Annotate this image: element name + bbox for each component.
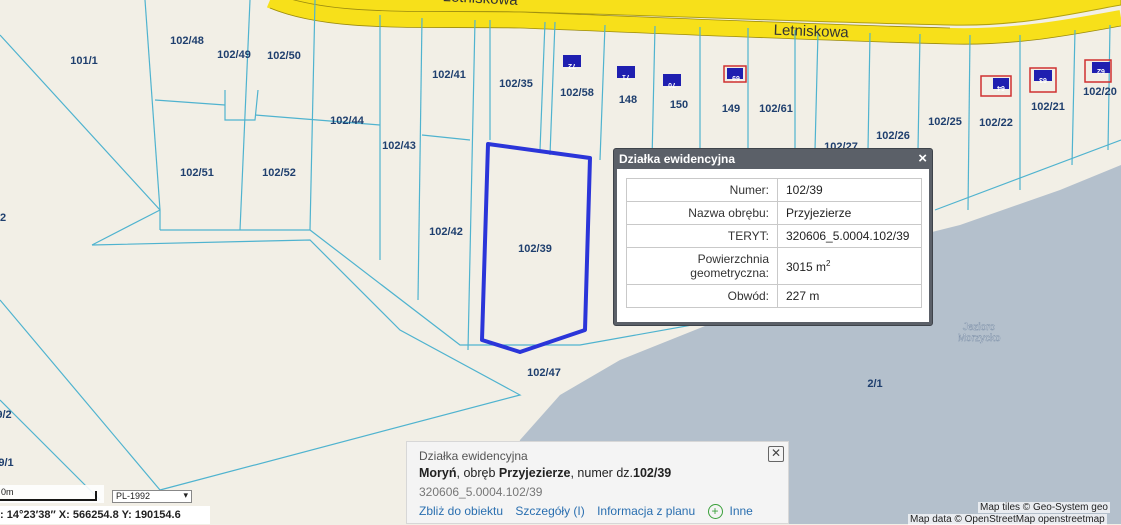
plus-circle-icon[interactable]: +	[707, 504, 723, 520]
scale-bar-tick	[95, 491, 97, 501]
lake-label: Morzycko	[958, 333, 1001, 344]
parcel-label: 2/1	[867, 378, 882, 390]
attr-value: 102/39	[777, 178, 922, 202]
parcel-label: 102/26	[876, 130, 910, 142]
area-value: 3015 m	[786, 259, 827, 274]
parcel-label: 102/48	[170, 35, 204, 47]
attribution-tiles[interactable]: Map tiles © Geo-System geo	[978, 502, 1110, 513]
parcel-label: 102/44	[330, 115, 365, 127]
separator-text: , obręb	[456, 466, 499, 480]
lake-label: Jezioro	[963, 322, 996, 333]
other-link[interactable]: Inne	[730, 504, 753, 518]
zoom-to-object-link[interactable]: Zbliż do obiektu	[419, 504, 503, 518]
attr-value: 3015 m2	[777, 247, 922, 285]
municipality: Moryń	[419, 466, 457, 480]
popup-body: Numer: 102/39 Nazwa obrębu: Przyjezierze T…	[617, 169, 929, 322]
details-link[interactable]: Szczegóły (I)	[515, 504, 584, 518]
info-close-icon[interactable]: ✕	[768, 446, 784, 462]
parcel-label: 2	[0, 212, 6, 224]
coordinate-readout: : 14°23′38″ X: 566254.8 Y: 190154.6	[0, 506, 210, 524]
parcel-label: 102/35	[499, 78, 533, 90]
attr-label: Numer:	[626, 178, 778, 202]
building-number: 70	[668, 81, 676, 88]
attr-label: Nazwa obrębu:	[626, 201, 778, 225]
parcel-label: 102/22	[979, 117, 1013, 129]
parcel-label: 102/47	[527, 367, 561, 379]
attr-value: 320606_5.0004.102/39	[777, 224, 922, 248]
parcel-label: 102/52	[262, 167, 296, 179]
parcel-label: 149	[722, 103, 740, 115]
table-row: Nazwa obrębu: Przyjezierze	[626, 201, 922, 225]
parcel-label: 102/58	[560, 87, 594, 99]
parcel-label: 102/49	[217, 49, 251, 61]
scale-label: 0m	[1, 487, 14, 497]
building-number: 71	[622, 73, 630, 80]
separator-text: , numer dz.	[570, 466, 633, 480]
parcel-label: 102/51	[180, 167, 214, 179]
parcel-label: 148	[619, 94, 637, 106]
street-label: Letniskowa	[773, 22, 849, 42]
precinct: Przyjezierze	[498, 466, 571, 480]
attr-label: Obwód:	[626, 284, 778, 308]
table-row: Obwód: 227 m	[626, 284, 922, 308]
parcel-label: 150	[670, 99, 688, 111]
parcel-label: 9/1	[0, 457, 14, 469]
parcel-label: 102/21	[1031, 101, 1065, 113]
table-row: Powierzchnia geometryczna: 3015 m2	[626, 247, 922, 285]
popup-close-icon[interactable]: ×	[918, 150, 927, 167]
parcel-label: 102/61	[759, 103, 793, 115]
building-number: 63	[1039, 76, 1047, 83]
info-teryt: 320606_5.0004.102/39	[419, 485, 543, 499]
scale-bar-line	[0, 499, 96, 501]
parcel-label: 102/25	[928, 116, 962, 128]
parcel-label: 9/2	[0, 409, 12, 421]
parcel-label: 102/43	[382, 140, 416, 152]
parcel-label: 102/50	[267, 50, 301, 62]
area-unit-sup: 2	[826, 258, 831, 268]
info-type-label: Działka ewidencyjna	[419, 449, 528, 463]
chevron-down-icon: ▾	[183, 490, 188, 500]
attr-label: TERYT:	[626, 224, 778, 248]
info-location-line: Moryń, obręb Przyjezierze, numer dz.102/…	[419, 466, 671, 480]
parcel-label: 102/41	[432, 69, 466, 81]
building-number: 62	[1097, 67, 1105, 74]
crs-selected: PL-1992	[116, 491, 151, 501]
popup-title: Działka ewidencyjna	[619, 152, 736, 166]
crs-select[interactable]: PL-1992 ▾	[112, 490, 192, 503]
building-number: 72	[568, 62, 576, 69]
attribution-data[interactable]: Map data © OpenStreetMap openstreetmap	[908, 514, 1107, 525]
parcel-attributes-table: Numer: 102/39 Nazwa obrębu: Przyjezierze T…	[626, 178, 922, 308]
parcel-label: 102/39	[518, 243, 552, 255]
table-row: Numer: 102/39	[626, 178, 922, 202]
info-links: Zbliż do obiektu Szczegóły (I) Informacj…	[419, 504, 762, 520]
building-number: 64	[997, 84, 1005, 91]
attr-label: Powierzchnia geometryczna:	[626, 247, 778, 285]
table-row: TERYT: 320606_5.0004.102/39	[626, 224, 922, 248]
parcel-popup: Działka ewidencyjna × Numer: 102/39 Nazwa…	[613, 148, 933, 326]
scale-bar: 0m	[0, 485, 104, 503]
parcel-info-panel: Działka ewidencyjna ✕ Moryń, obręb Przyj…	[406, 441, 789, 524]
parcel-label: 101/1	[70, 55, 98, 67]
parcel-number: 102/39	[633, 466, 672, 480]
plan-info-link[interactable]: Informacja z planu	[597, 504, 695, 518]
attr-value: Przyjezierze	[777, 201, 922, 225]
building-number: 69	[732, 74, 740, 81]
parcel-label: 102/42	[429, 226, 463, 238]
attr-value: 227 m	[777, 284, 922, 308]
parcel-label: 102/20	[1083, 86, 1117, 98]
